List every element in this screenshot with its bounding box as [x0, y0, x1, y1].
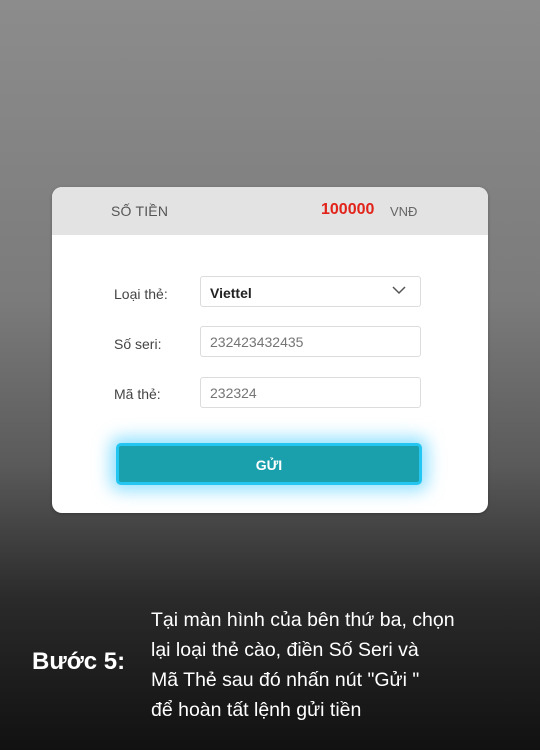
pin-label: Mã thẻ: — [114, 386, 161, 402]
card-type-label: Loại thẻ: — [114, 286, 168, 302]
step-line: lại loại thẻ cào, điền Số Seri và — [151, 639, 419, 661]
serial-label: Số seri: — [114, 336, 162, 352]
amount-label: SỐ TIỀN — [111, 203, 169, 219]
serial-input[interactable] — [201, 327, 420, 356]
amount-unit: VNĐ — [390, 204, 418, 219]
step-line: Mã Thẻ sau đó nhấn nút "Gửi " — [151, 669, 420, 691]
card-form: SỐ TIỀN 100000 VNĐ Loại thẻ: Viettel Số … — [52, 187, 488, 513]
pin-input[interactable] — [201, 378, 420, 407]
step-line: để hoàn tất lệnh gửi tiền — [151, 699, 362, 721]
chevron-down-icon — [392, 286, 406, 295]
step-description: Tại màn hình của bên thứ ba, chọn lại lo… — [151, 605, 531, 725]
step-line: Tại màn hình của bên thứ ba, chọn — [151, 609, 455, 631]
pin-field — [200, 377, 421, 408]
amount-value: 100000 — [321, 201, 375, 218]
step-label: Bước 5: — [32, 648, 126, 675]
serial-field — [200, 326, 421, 357]
card-type-select[interactable]: Viettel — [200, 276, 421, 307]
amount-header: SỐ TIỀN 100000 VNĐ — [52, 187, 488, 235]
card-type-value: Viettel — [210, 285, 252, 301]
submit-button[interactable]: GỬI — [116, 443, 422, 485]
